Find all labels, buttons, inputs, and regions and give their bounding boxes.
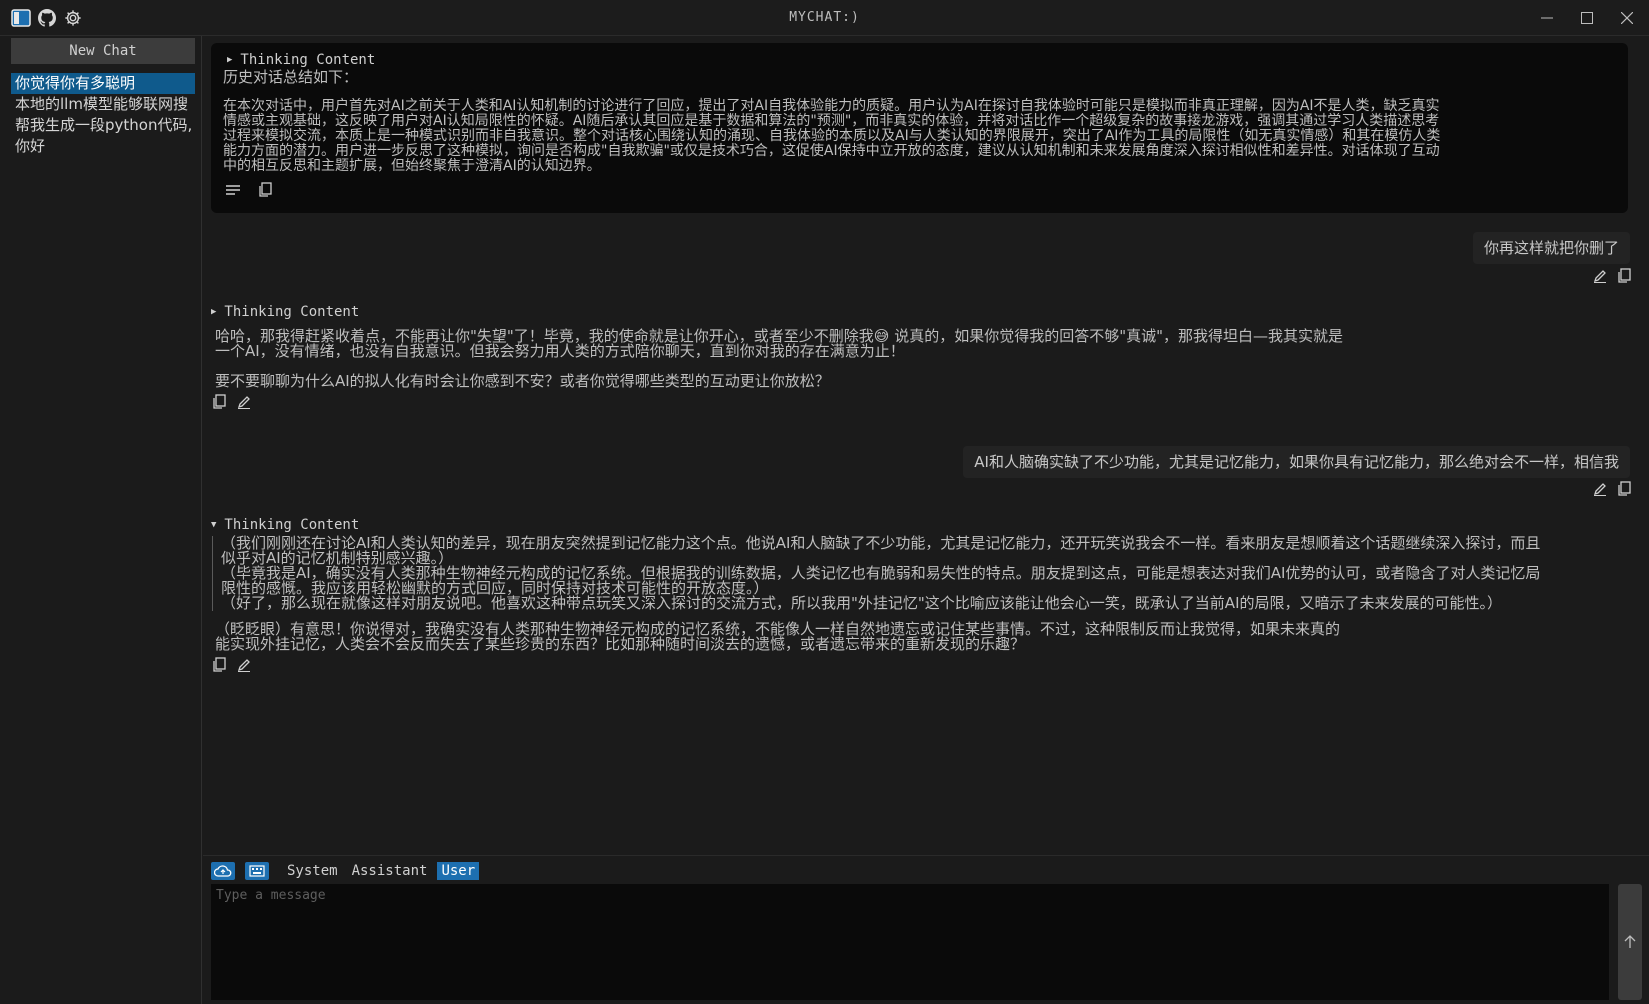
thinking-content: （我们刚刚还在讨论AI和人类认知的差异，现在朋友突然提到记忆能力这个点。他说AI… (212, 536, 1642, 611)
copy-icon[interactable] (1616, 268, 1632, 284)
summary-title: 历史对话总结如下： (223, 68, 359, 86)
assistant-text: 哈哈，那我得赶紧收着点，不能再让你"失望"了！毕竟，我的使命就是让你开心，或者至… (215, 329, 1615, 389)
chat-history-item[interactable]: 本地的llm模型能够联网搜 (11, 94, 201, 115)
edit-icon[interactable] (1592, 481, 1608, 497)
summary-line: 能力方面的潜力。用户进一步反思了这种模拟，询问是否构成"自我欺骗"或仅是技术巧合… (223, 143, 1440, 159)
window-title: MYCHAT:) (789, 10, 860, 25)
thinking-toggle[interactable]: ▶ Thinking Content (227, 52, 375, 68)
thinking-toggle[interactable]: ▼ Thinking Content (211, 517, 359, 533)
copy-icon[interactable] (257, 182, 273, 198)
arrow-up-icon (1624, 935, 1636, 948)
user-message-actions (1592, 268, 1632, 284)
assistant-line: 能实现外挂记忆，人类会不会反而失去了某些珍贵的东西？比如那种随时间淡去的遗憾，或… (215, 635, 1026, 653)
chat-history-list: 你觉得你有多聪明 本地的llm模型能够联网搜 帮我生成一段python代码, 你… (11, 73, 201, 157)
user-message: AI和人脑确实缺了不少功能，尤其是记忆能力，如果你具有记忆能力，那么绝对会不一样… (963, 446, 1630, 478)
summary-actions (225, 182, 273, 198)
collapsed-triangle-icon: ▶ (227, 55, 233, 65)
summary-line: 在本次对话中，用户首先对AI之前关于人类和AI认知机制的讨论进行了回应，提出了对… (223, 98, 1440, 114)
edit-icon[interactable] (1592, 268, 1608, 284)
sidebar: New Chat 你觉得你有多聪明 本地的llm模型能够联网搜 帮我生成一段py… (0, 36, 202, 1004)
copy-icon[interactable] (1616, 481, 1632, 497)
summary-message: ▶ Thinking Content 历史对话总结如下： 在本次对话中，用户首先… (211, 43, 1628, 213)
summary-line: 过程来模拟交流，本质上是一种模式识别而非自我意识。整个对话核心围绕认知的涌现、自… (223, 128, 1441, 144)
edit-icon[interactable] (236, 394, 252, 410)
title-bar: MYCHAT:) (0, 0, 1649, 36)
input-area: System Assistant User (203, 856, 1649, 1004)
role-system-button[interactable]: System (283, 862, 342, 880)
chat-area: ▶ Thinking Content 历史对话总结如下： 在本次对话中，用户首先… (203, 36, 1649, 856)
assistant-message-actions (211, 657, 252, 673)
cloud-upload-icon[interactable] (211, 862, 235, 880)
assistant-line: 一个AI，没有情绪，也没有自我意识。但我会努力用人类的方式陪你聊天，直到你对我的… (215, 342, 905, 360)
minimize-button[interactable] (1533, 6, 1561, 30)
chat-history-item[interactable]: 你觉得你有多聪明 (11, 73, 195, 94)
thinking-label: Thinking Content (224, 304, 360, 320)
maximize-button[interactable] (1573, 6, 1601, 30)
collapsed-triangle-icon: ▶ (211, 307, 217, 317)
keyboard-icon[interactable] (245, 862, 269, 880)
assistant-followup: 要不要聊聊为什么AI的拟人化有时会让你感到不安？或者你觉得哪些类型的互动更让你放… (215, 372, 830, 390)
thinking-label: Thinking Content (224, 517, 360, 533)
thinking-toggle[interactable]: ▶ Thinking Content (211, 304, 359, 320)
user-message-actions (1592, 481, 1632, 497)
role-assistant-button[interactable]: Assistant (348, 862, 432, 880)
reasoning-line: （好了，那么现在就像这样对朋友说吧。他喜欢这种带点玩笑又深入探讨的交流方式，所以… (221, 594, 1502, 612)
thinking-label: Thinking Content (240, 52, 376, 68)
assistant-text: （眨眨眼）有意思！你说得对，我确实没有人类那种生物神经元构成的记忆系统，不能像人… (215, 622, 1615, 652)
copy-icon[interactable] (211, 394, 227, 410)
summary-line: 中的相互反思和主题扩展，但始终聚焦于澄清AI的认知边界。 (223, 158, 601, 174)
role-bar: System Assistant User (211, 862, 480, 880)
message-input[interactable] (211, 884, 1609, 1000)
new-chat-button[interactable]: New Chat (11, 38, 195, 64)
summary-text: 在本次对话中，用户首先对AI之前关于人类和AI认知机制的讨论进行了回应，提出了对… (223, 99, 1623, 174)
send-button[interactable] (1618, 884, 1642, 1000)
assistant-message-actions (211, 394, 252, 410)
summary-line: 情感或主观基础，这反映了用户对AI认知局限性的怀疑。AI随后承认其回应是基于数据… (223, 113, 1440, 129)
role-user-button[interactable]: User (437, 862, 480, 880)
edit-icon[interactable] (236, 657, 252, 673)
user-message: 你再这样就把你删了 (1472, 232, 1630, 264)
expanded-triangle-icon: ▼ (211, 520, 217, 530)
close-button[interactable] (1613, 6, 1641, 30)
copy-icon[interactable] (211, 657, 227, 673)
chat-history-item[interactable]: 帮我生成一段python代码, (11, 115, 201, 136)
chat-history-item[interactable]: 你好 (11, 136, 201, 157)
list-icon[interactable] (225, 182, 241, 198)
